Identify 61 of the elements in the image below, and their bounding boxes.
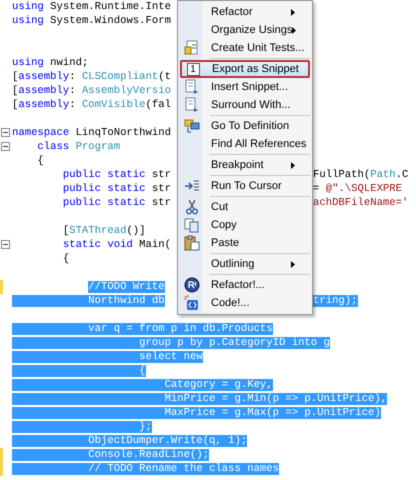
code-text: public static str bbox=[62, 168, 171, 182]
menu-item[interactable]: Create Unit Tests... bbox=[180, 39, 310, 57]
code-text: MaxPrice = g.Max(p => p.UnitPrice) bbox=[12, 406, 381, 420]
code-text: FullPath(Path.C bbox=[313, 168, 408, 182]
code-text: Category = g.Key, bbox=[12, 378, 273, 392]
clipboard-icon bbox=[184, 235, 200, 251]
code-text: using System.Runtime.Inte bbox=[12, 0, 171, 14]
code-braces-icon bbox=[184, 295, 200, 311]
menu-item[interactable]: Breakpoint bbox=[180, 156, 310, 174]
menu-item[interactable]: Refactor!... bbox=[180, 276, 310, 294]
code-text: group p by p.CategoryID into g bbox=[12, 336, 330, 350]
menu-item[interactable]: Go To Definition bbox=[180, 117, 310, 135]
code-text: tring); bbox=[313, 294, 358, 308]
code-text: Console.ReadLine(); bbox=[12, 448, 210, 462]
code-text: { bbox=[12, 364, 146, 378]
menu-item[interactable]: Insert Snippet... bbox=[180, 78, 310, 96]
definition-icon bbox=[184, 118, 200, 134]
code-text: ObjectDumper.Write(q, 1); bbox=[12, 434, 248, 448]
collapse-icon[interactable] bbox=[1, 240, 10, 249]
code-text: Northwind db bbox=[12, 294, 165, 308]
menu-item[interactable]: Paste bbox=[180, 234, 310, 252]
code-text: [STAThread()] bbox=[62, 224, 146, 238]
menu-item[interactable]: Organize Usings bbox=[180, 21, 310, 39]
code-text: using System.Windows.Form bbox=[12, 14, 171, 28]
scissors-icon bbox=[184, 199, 200, 215]
code-text: { bbox=[62, 252, 70, 266]
code-text: MinPrice = g.Min(p => p.UnitPrice), bbox=[12, 392, 388, 406]
code-text: static void Main( bbox=[62, 238, 171, 252]
code-text: public static str bbox=[62, 196, 171, 210]
copy-icon bbox=[184, 217, 200, 233]
menu-item[interactable]: 1 Export as Snippet bbox=[180, 60, 310, 78]
refactor-icon bbox=[184, 277, 200, 293]
code-text: [assembly: ComVisible(fal bbox=[12, 98, 171, 112]
code-text: //TODO Write bbox=[87, 280, 165, 294]
document-icon bbox=[184, 79, 200, 95]
code-text: // TODO Rename the class names bbox=[12, 462, 280, 476]
document-icon bbox=[184, 97, 200, 113]
collapse-icon[interactable] bbox=[1, 128, 10, 137]
code-text: using nwind; bbox=[12, 56, 88, 70]
code-text: class Program bbox=[36, 140, 120, 154]
code-text: { bbox=[36, 154, 44, 168]
code-text: select new bbox=[12, 350, 203, 364]
menu-item[interactable]: Refactor bbox=[180, 3, 310, 21]
code-text: = @".\SQLEXPRE bbox=[313, 182, 402, 196]
menu-item[interactable]: Copy bbox=[180, 216, 310, 234]
collapse-icon[interactable] bbox=[1, 142, 10, 151]
menu-item[interactable]: Cut bbox=[180, 198, 310, 216]
code-text: public static str bbox=[62, 182, 171, 196]
code-text: }; bbox=[12, 420, 152, 434]
code-text: namespace LinqToNorthwind bbox=[12, 126, 171, 140]
code-text: [assembly: AssemblyVersio bbox=[12, 84, 171, 98]
code-text: [assembly: CLSCompliant(t bbox=[12, 70, 171, 84]
code-text: achDBFileName=' bbox=[313, 196, 408, 210]
menu-item[interactable]: Find All References bbox=[180, 135, 310, 153]
menu-item[interactable]: Outlining bbox=[180, 255, 310, 273]
code-text: var q = from p in db.Products bbox=[12, 322, 273, 336]
menu-item[interactable]: Run To Cursor bbox=[180, 177, 310, 195]
snippet-icon: 1 bbox=[186, 62, 200, 76]
unit-test-icon bbox=[184, 40, 200, 56]
menu-item[interactable]: Surround With... bbox=[180, 96, 310, 114]
menu-item[interactable]: Code!... bbox=[180, 294, 310, 312]
